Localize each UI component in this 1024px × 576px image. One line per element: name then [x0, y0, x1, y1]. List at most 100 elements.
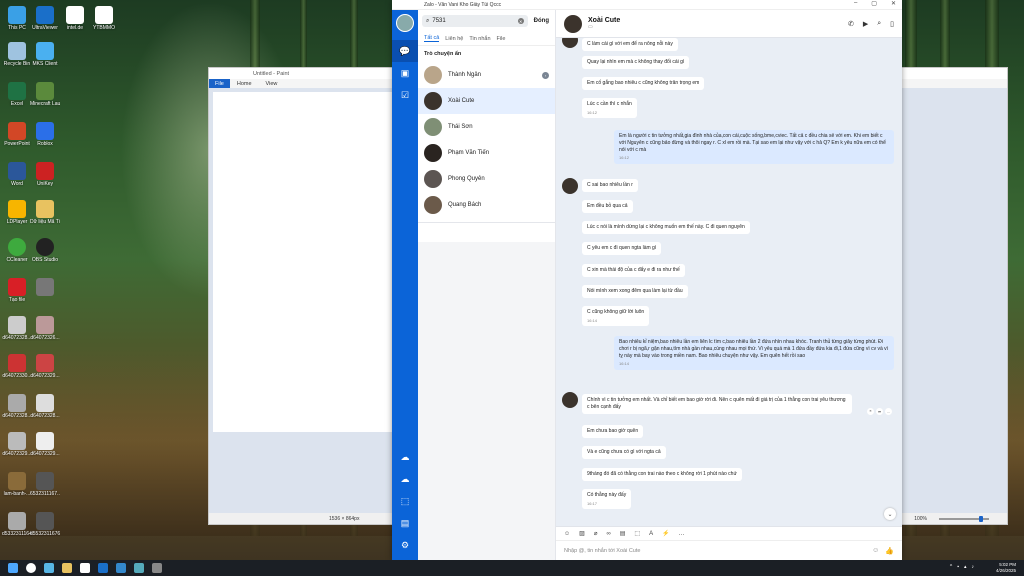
- todo-icon[interactable]: ☑: [392, 84, 418, 106]
- contact-item[interactable]: Phong Quyên: [418, 166, 555, 192]
- file-explorer-icon[interactable]: [62, 563, 72, 573]
- desktop-icon-photo[interactable]: [30, 278, 60, 297]
- desktop-icon-this-pc[interactable]: This PC: [2, 6, 32, 31]
- zoom-slider-thumb[interactable]: [979, 516, 983, 522]
- message-incoming[interactable]: C làm cái gì với em để ra nông nỗi này: [582, 38, 678, 51]
- chevron-up-icon[interactable]: ^: [950, 564, 952, 570]
- chat-title[interactable]: Xoài Cute: [588, 17, 620, 24]
- message-incoming[interactable]: Và e cũng chưa có gì với ngta cả: [582, 446, 666, 459]
- format-icon[interactable]: A: [649, 531, 653, 537]
- briefcase-icon[interactable]: ▤: [392, 512, 418, 534]
- chat-icon[interactable]: 💬: [392, 40, 418, 62]
- desktop-icon-image[interactable]: d64072328...: [2, 316, 32, 341]
- message-incoming[interactable]: Nói mình xem xong đêm qua làm lại từ đầu: [582, 285, 688, 298]
- tab-all[interactable]: Tất cả: [424, 35, 440, 42]
- thumbs-up-icon[interactable]: 👍: [885, 547, 894, 555]
- screenshot-icon[interactable]: ⬚: [392, 490, 418, 512]
- message-incoming[interactable]: 9tháng đó đã có thằng con trai nào theo …: [582, 468, 742, 481]
- message-incoming[interactable]: Em cố gắng bao nhiêu c cũng không trân t…: [582, 77, 705, 90]
- image-icon[interactable]: ▨: [579, 530, 585, 537]
- desktop-icon-ldplayer[interactable]: LDPlayer: [2, 200, 32, 225]
- desktop-icon-image[interactable]: d64072329...: [30, 354, 60, 379]
- contact-item[interactable]: Quang Bách: [418, 192, 555, 218]
- scroll-down-icon[interactable]: ⌄: [884, 508, 896, 520]
- search-icon[interactable]: [26, 563, 36, 573]
- user-avatar[interactable]: [396, 14, 414, 32]
- message-incoming[interactable]: C sai bao nhiêu lần r: [582, 179, 638, 192]
- desktop-icon-powerpoint[interactable]: PowerPoint: [2, 122, 32, 147]
- message-incoming[interactable]: Em chưa bao giờ quên: [582, 425, 644, 438]
- search-input[interactable]: ⌕ 7531 ✕: [422, 15, 528, 27]
- message-incoming[interactable]: Quay lại nhìn em mà c không thay đổi cái…: [582, 56, 690, 69]
- app-icon[interactable]: [98, 563, 108, 573]
- desktop-icon-obs[interactable]: OBS Studio: [30, 238, 60, 263]
- message-incoming[interactable]: Có thằng này đấy 16:17: [582, 489, 632, 510]
- message-incoming[interactable]: Lúc c cần thì c nhắn 16:12: [582, 98, 637, 119]
- maximize-icon[interactable]: ▢: [871, 0, 877, 7]
- desktop-icon-image[interactable]: d64072328...: [30, 394, 60, 419]
- quick-message-icon[interactable]: ⚡: [662, 530, 669, 537]
- avatar[interactable]: [564, 14, 582, 33]
- desktop-icon-image[interactable]: d64072329...: [2, 432, 32, 457]
- emoji-icon[interactable]: ☺: [872, 547, 879, 555]
- message-outgoing[interactable]: Em là người c tin tưởng nhất,gia đình nh…: [614, 130, 894, 164]
- contact-item[interactable]: Phạm Văn Tiến: [418, 140, 555, 166]
- close-search-button[interactable]: Đóng: [532, 18, 551, 24]
- tab-contacts[interactable]: Liên hệ: [445, 36, 463, 42]
- sticker-icon[interactable]: ☺: [564, 531, 570, 537]
- desktop-icon-image[interactable]: d64072326...: [30, 316, 60, 341]
- message-incoming[interactable]: Em đều bỏ qua cả: [582, 200, 633, 213]
- message-incoming[interactable]: Lúc c nói là mình dừng lại c không muốn …: [582, 221, 750, 234]
- desktop-icon-minecraft[interactable]: Minecraft Launcher: [30, 82, 60, 107]
- desktop-icon-unikey[interactable]: UniKey: [30, 162, 60, 187]
- contact-card-icon[interactable]: ▤: [620, 530, 626, 537]
- contacts-icon[interactable]: ▣: [392, 62, 418, 84]
- desktop-icon-intel[interactable]: intel.de: [60, 6, 90, 31]
- contact-item[interactable]: Thành Ngân ›: [418, 62, 555, 88]
- desktop-icon-ultraviewer[interactable]: UltraViewer: [30, 6, 60, 31]
- forward-icon[interactable]: ➦: [876, 408, 883, 415]
- tab-files[interactable]: File: [497, 36, 506, 42]
- message-input[interactable]: Nhập @, tin nhắn tới Xoài Cute: [564, 548, 640, 554]
- desktop-icon-image[interactable]: d64072330...: [2, 354, 32, 379]
- desktop-icon-image[interactable]: d64072329...: [30, 432, 60, 457]
- message-incoming[interactable]: Chính vì c tin tưởng em nhất. Và chỉ biế…: [582, 394, 852, 414]
- paint-menu-view[interactable]: View: [259, 81, 285, 87]
- desktop-icon-ccleaner[interactable]: CCleaner: [2, 238, 32, 263]
- minimize-icon[interactable]: –: [854, 0, 857, 7]
- message-incoming[interactable]: C xin mà thái độ của c đẩy e đi ra như t…: [582, 264, 685, 277]
- chrome-icon[interactable]: [80, 563, 90, 573]
- desktop-icon-image[interactable]: d64072328...: [2, 394, 32, 419]
- message-outgoing[interactable]: Bao nhiêu kỉ niệm,bao nhiêu lần em liên …: [614, 336, 894, 370]
- tag-icon[interactable]: ▭: [588, 24, 620, 30]
- video-call-icon[interactable]: ▶: [863, 20, 868, 28]
- desktop-icon-word[interactable]: Word: [2, 162, 32, 187]
- tab-messages[interactable]: Tin nhắn: [469, 36, 490, 42]
- sidebar-toggle-icon[interactable]: ▯: [890, 20, 894, 28]
- network-icon[interactable]: ▴: [964, 564, 967, 570]
- edge-icon[interactable]: [44, 563, 54, 573]
- call-icon[interactable]: ✆: [848, 20, 854, 28]
- start-icon[interactable]: [8, 563, 18, 573]
- desktop-icon-image[interactable]: 6532311167...: [30, 472, 60, 497]
- message-incoming[interactable]: C yêu em c đi quen ngta làm gì: [582, 242, 662, 255]
- settings-icon[interactable]: ⚙: [392, 534, 418, 556]
- more-icon[interactable]: …: [885, 408, 892, 415]
- desktop-icon-roblox[interactable]: Roblox: [30, 122, 60, 147]
- desktop-icon-image[interactable]: d5332311164...: [2, 512, 32, 537]
- more-icon[interactable]: …: [679, 531, 685, 537]
- clear-search-icon[interactable]: ✕: [517, 18, 524, 24]
- attachment-icon[interactable]: ⌀: [594, 530, 598, 537]
- cloud-icon[interactable]: ☁: [392, 446, 418, 468]
- message-incoming[interactable]: C cũng không giữ lời luôn 16:14: [582, 306, 650, 327]
- contact-item[interactable]: Xoài Cute: [418, 88, 555, 114]
- desktop-icon-image[interactable]: lam-banh-...: [2, 472, 32, 497]
- cloud-storage-icon[interactable]: ☁: [392, 468, 418, 490]
- desktop-icon-ytbmmo[interactable]: YTBMMO: [89, 6, 119, 31]
- language-icon[interactable]: ▪: [957, 564, 959, 570]
- paint-menu-home[interactable]: Home: [230, 81, 259, 87]
- screenshot-icon[interactable]: ⬚: [634, 530, 640, 537]
- desktop-icon-excel[interactable]: Excel: [2, 82, 32, 107]
- link-icon[interactable]: ∞: [606, 531, 610, 537]
- app-icon[interactable]: [152, 563, 162, 573]
